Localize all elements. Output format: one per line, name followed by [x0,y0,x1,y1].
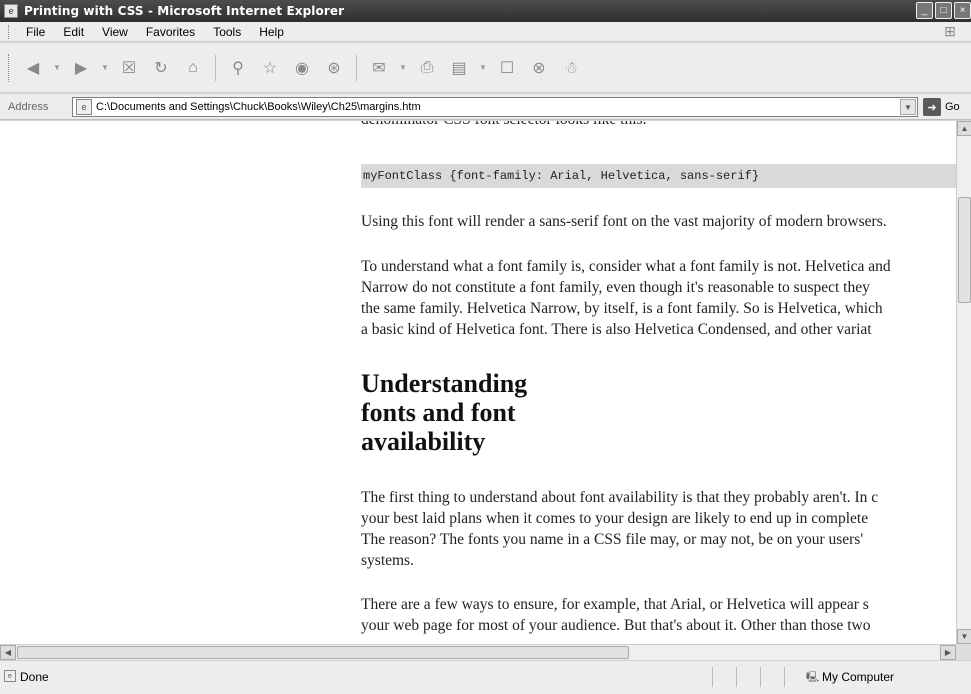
paragraph-1: Using this font will render a sans-serif… [361,213,887,230]
window-title: Printing with CSS - Microsoft Internet E… [24,4,345,18]
horizontal-scrollbar[interactable]: ◀ ▶ [0,644,956,660]
edit-icon[interactable]: ▤ [446,55,472,81]
heading-line: availability [361,427,486,456]
edit-dropdown-icon[interactable]: ▼ [477,55,489,81]
menu-help[interactable]: Help [250,25,293,39]
vertical-scrollbar[interactable]: ▲ ▼ [956,121,971,644]
go-button[interactable]: ➜ Go [923,98,960,116]
maximize-button[interactable]: □ [935,2,952,19]
menu-edit[interactable]: Edit [54,25,93,39]
messenger-icon[interactable]: ☃ [558,55,584,81]
close-button[interactable]: × [954,2,971,19]
status-divider [784,667,785,687]
partial-text-line: denominator CSS font selector looks like… [361,121,647,130]
address-bar: Address e ▼ ➜ Go [0,94,971,120]
address-input[interactable] [96,101,896,113]
toolbar-grip[interactable] [8,53,11,82]
print-icon[interactable]: ⎙ [414,55,440,81]
toolbar-separator [215,54,216,81]
menu-view[interactable]: View [93,25,137,39]
status-divider [712,667,713,687]
paragraph-3-line: The reason? The fonts you name in a CSS … [361,531,864,548]
research-icon[interactable]: ⊗ [526,55,552,81]
code-sample: myFontClass {font-family: Arial, Helveti… [361,164,956,188]
go-label: Go [945,101,960,113]
page-status-icon: e [4,670,16,682]
stop-icon[interactable]: ☒ [116,55,142,81]
search-icon[interactable]: ⚲ [225,55,251,81]
toolbar-separator [356,54,357,81]
page-icon: e [76,99,92,115]
mail-dropdown-icon[interactable]: ▼ [397,55,409,81]
vertical-scroll-thumb[interactable] [958,197,971,303]
media-icon[interactable]: ◉ [289,55,315,81]
heading-line: fonts and font [361,398,516,427]
mail-icon[interactable]: ✉ [366,55,392,81]
scroll-right-icon[interactable]: ▶ [940,645,956,660]
title-bar: e Printing with CSS - Microsoft Internet… [0,0,971,22]
menu-bar: File Edit View Favorites Tools Help ⊞ [0,22,971,42]
horizontal-scroll-thumb[interactable] [17,646,629,659]
status-text: Done [20,670,49,684]
computer-zone-icon: 🖳 [806,672,820,683]
discuss-icon[interactable]: ☐ [494,55,520,81]
scroll-up-icon[interactable]: ▲ [957,121,971,136]
paragraph-4-line: There are a few ways to ensure, for exam… [361,596,869,613]
menu-file[interactable]: File [17,25,54,39]
menu-favorites[interactable]: Favorites [137,25,204,39]
favorites-icon[interactable]: ☆ [257,55,283,81]
section-heading: Understanding fonts and font availabilit… [361,369,527,456]
paragraph-2-line: a basic kind of Helvetica font. There is… [361,321,872,338]
scroll-left-icon[interactable]: ◀ [0,645,16,660]
home-icon[interactable]: ⌂ [180,55,206,81]
forward-icon[interactable]: ▶ [68,55,94,81]
refresh-icon[interactable]: ↻ [148,55,174,81]
standard-toolbar: ◀ ▼ ▶ ▼ ☒ ↻ ⌂ ⚲ ☆ ◉ ⊛ ✉ ▼ ⎙ ▤ ▼ ☐ ⊗ ☃ [0,43,971,93]
paragraph-2-line: To understand what a font family is, con… [361,258,891,275]
heading-line: Understanding [361,369,528,398]
paragraph-2-line: Narrow do not constitute a font family, … [361,279,870,296]
paragraph-3-line: systems. [361,552,414,569]
status-bar: e Done 🖳 My Computer [0,660,971,694]
menu-tools[interactable]: Tools [204,25,250,39]
forward-dropdown-icon[interactable]: ▼ [99,55,111,81]
back-dropdown-icon[interactable]: ▼ [51,55,63,81]
paragraph-3-line: The first thing to understand about font… [361,489,879,506]
status-divider [760,667,761,687]
minimize-button[interactable]: _ [916,2,933,19]
back-icon[interactable]: ◀ [20,55,46,81]
paragraph-2-line: the same family. Helvetica Narrow, by it… [361,300,883,317]
go-arrow-icon: ➜ [923,98,941,116]
page-viewport[interactable]: denominator CSS font selector looks like… [0,121,956,644]
status-divider [736,667,737,687]
scrollbar-corner [956,644,971,660]
address-label: Address [8,100,49,113]
windows-logo-icon: ⊞ [944,23,956,39]
toolbar-grip[interactable] [8,24,11,39]
chevron-down-icon[interactable]: ▼ [900,99,916,115]
address-field[interactable]: e ▼ [72,97,918,117]
ie-page-icon: e [4,4,18,18]
paragraph-4-line: your web page for most of your audience.… [361,617,871,634]
scroll-down-icon[interactable]: ▼ [957,629,971,644]
history-icon[interactable]: ⊛ [321,55,347,81]
paragraph-3-line: your best laid plans when it comes to yo… [361,510,869,527]
security-zone-label: My Computer [822,670,895,684]
